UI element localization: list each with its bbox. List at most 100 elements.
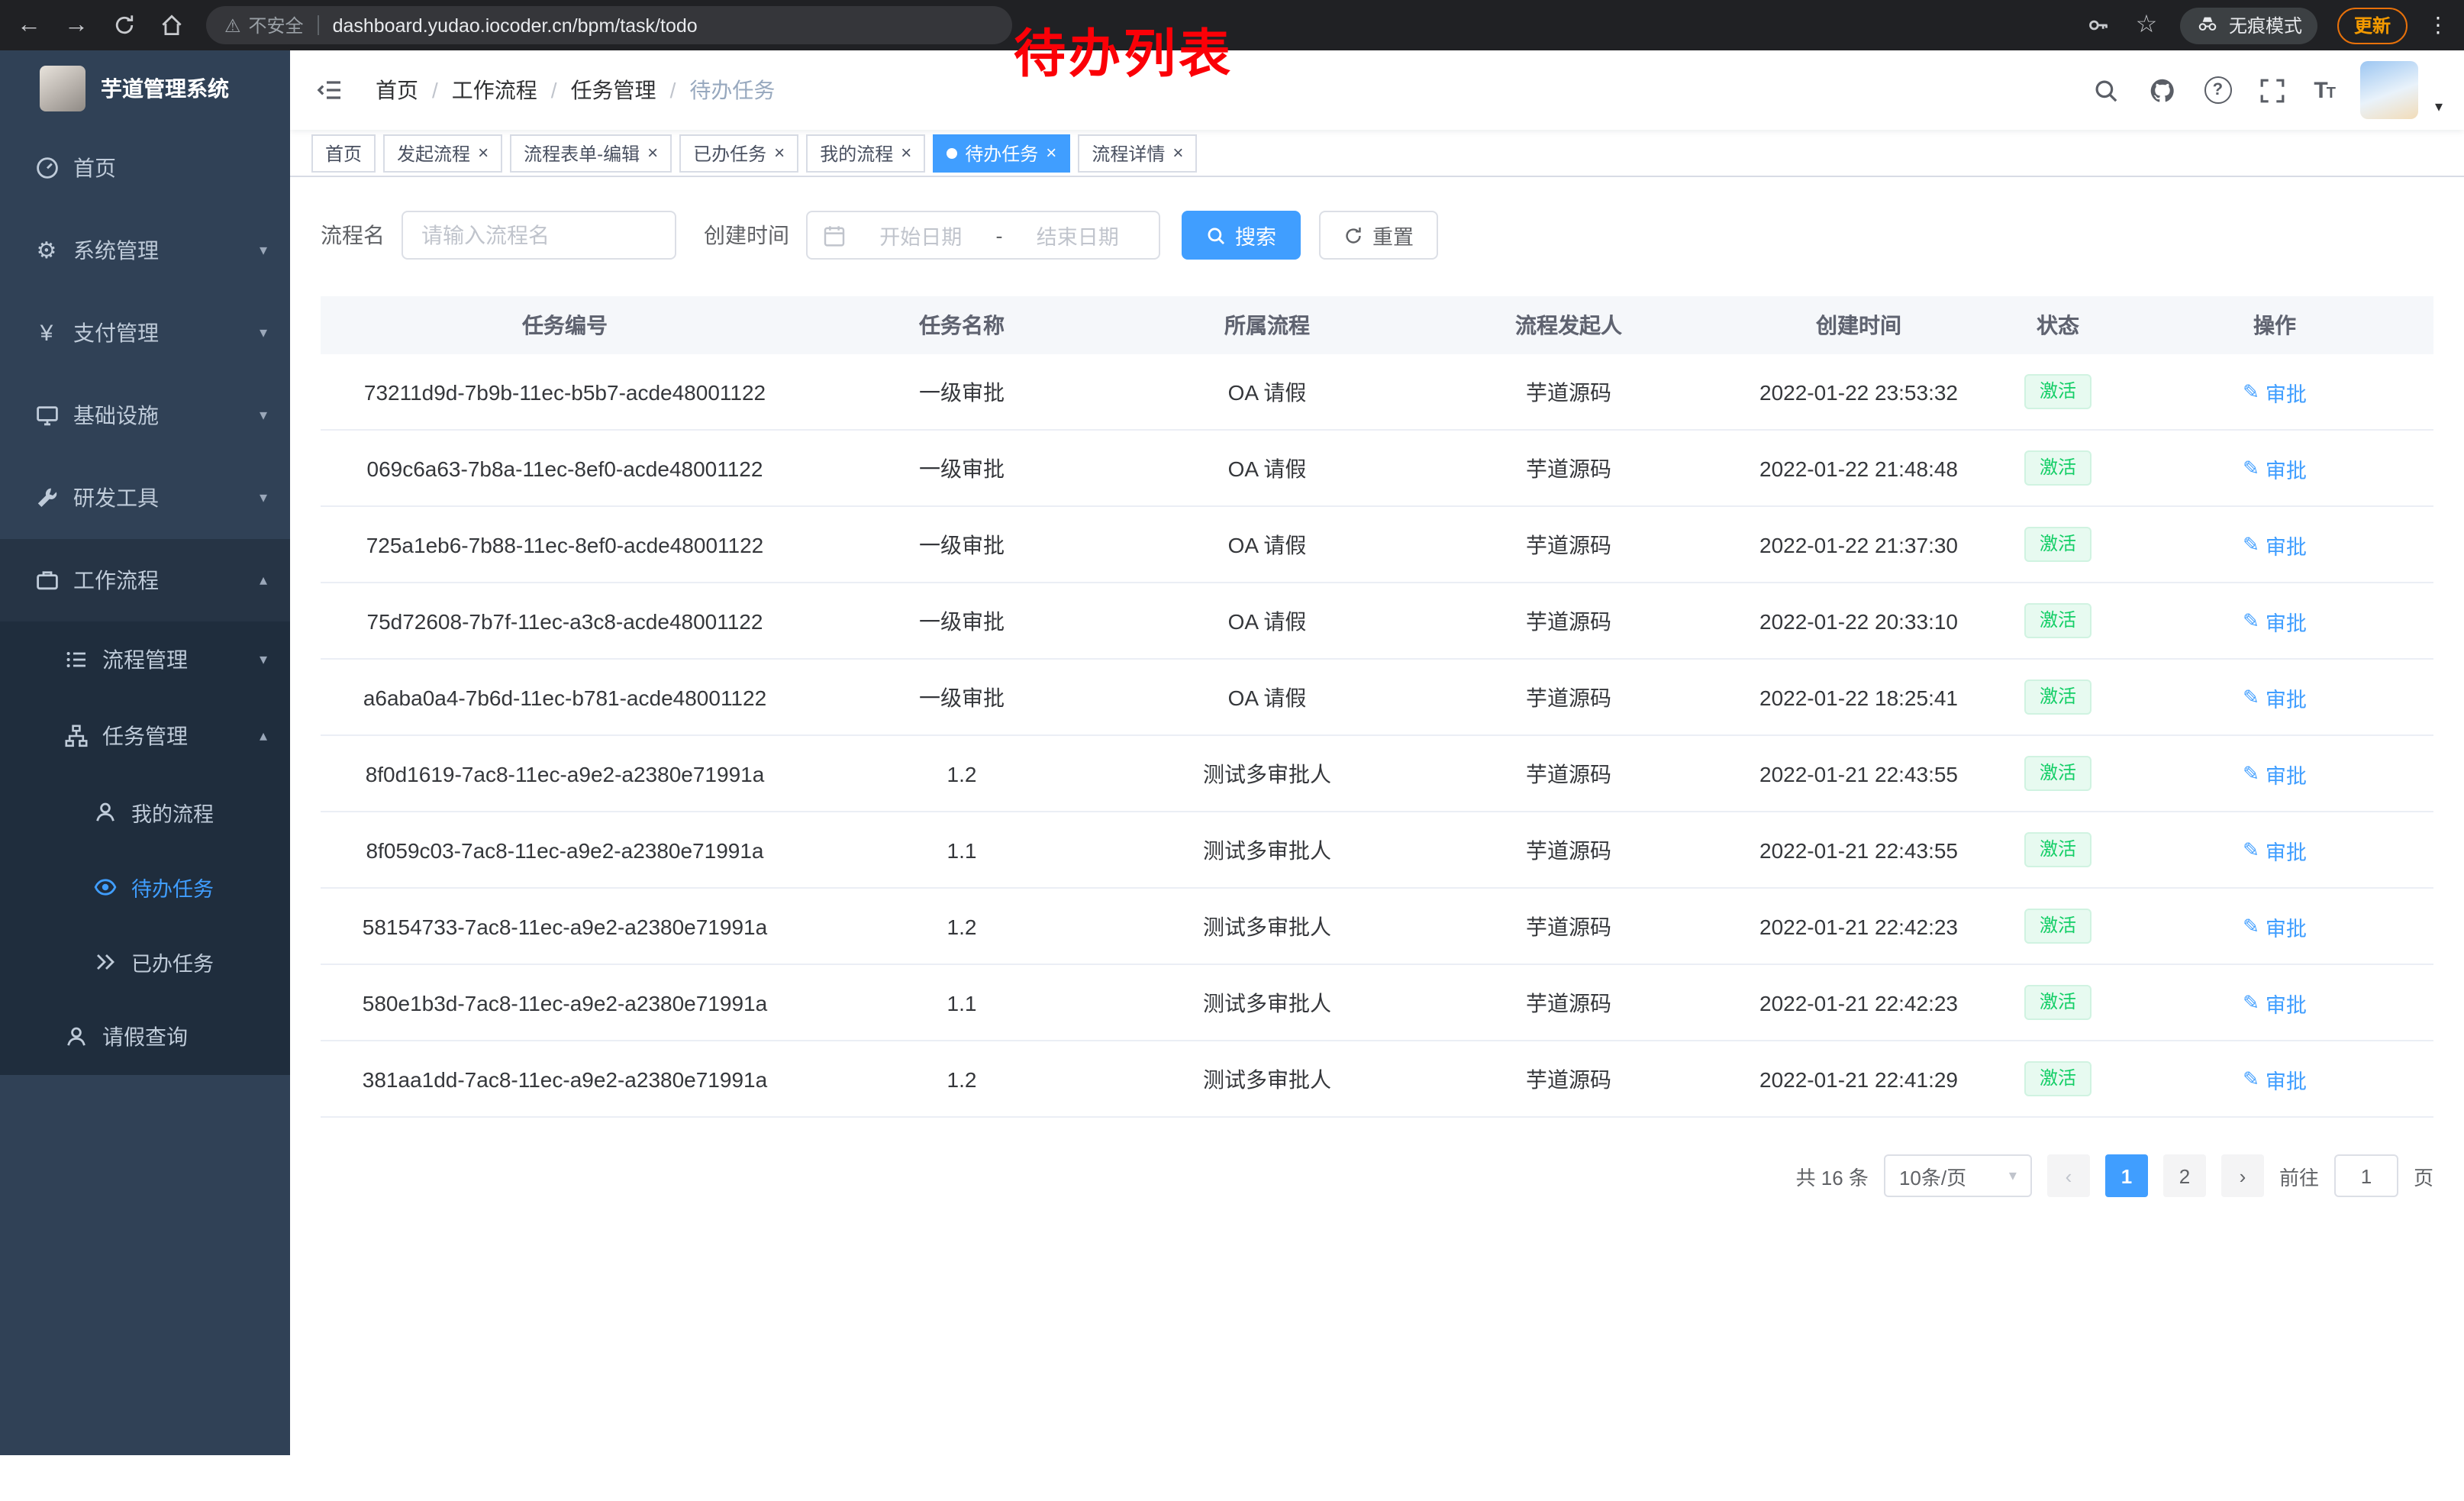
close-icon[interactable]: × [774,144,785,162]
search-icon[interactable] [2091,75,2121,105]
page-button-1[interactable]: 1 [2105,1154,2148,1197]
sidebar-item-infra[interactable]: 基础设施 ▾ [0,374,290,457]
approve-link[interactable]: ✎审批 [2243,987,2307,1018]
goto-label: 前往 [2279,1161,2319,1190]
close-icon[interactable]: × [1172,144,1183,162]
chevron-up-icon: ▴ [260,728,267,744]
avatar-caret-icon[interactable]: ▾ [2435,99,2443,116]
sidebar-item-task-mgmt[interactable]: 任务管理 ▴ [0,698,290,774]
sidebar-item-home[interactable]: 首页 [0,127,290,209]
app-logo[interactable]: 芋道管理系统 [0,50,290,127]
status-badge: 激活 [2024,756,2091,791]
cell-created: 2022-01-21 22:42:23 [1717,964,2000,1041]
close-icon[interactable]: × [647,144,658,162]
help-icon[interactable]: ? [2204,76,2231,104]
edit-icon: ✎ [2243,838,2259,862]
process-name-input[interactable] [402,211,676,260]
page-button-2[interactable]: 2 [2163,1154,2206,1197]
table-row: 580e1b3d-7ac8-11ec-a9e2-a2380e71991a 1.1… [321,964,2433,1041]
approve-label: 审批 [2266,1064,2307,1094]
fullscreen-icon[interactable] [2257,75,2288,105]
search-button[interactable]: 搜索 [1182,211,1301,260]
approve-link[interactable]: ✎审批 [2243,376,2307,407]
sidebar-item-workflow[interactable]: 工作流程 ▴ [0,539,290,621]
sidebar-item-leave-query[interactable]: 请假查询 [0,999,290,1075]
status-badge: 激活 [2024,527,2091,562]
breadcrumb-item[interactable]: 首页 [376,75,418,105]
briefcase-icon [34,567,60,593]
sidebar-item-label: 请假查询 [102,1022,188,1052]
breadcrumb-item[interactable]: 任务管理 [571,75,656,105]
back-icon[interactable]: ← [15,11,43,39]
status-badge: 激活 [2024,985,2091,1020]
address-bar[interactable]: ⚠ 不安全 dashboard.yudao.iocoder.cn/bpm/tas… [206,6,1012,44]
font-size-icon[interactable]: TT [2314,77,2334,103]
tab-todo-tasks[interactable]: 待办任务 × [933,134,1070,172]
sidebar-item-todo-tasks[interactable]: 待办任务 [0,849,290,924]
close-icon[interactable]: × [901,144,911,162]
approve-link[interactable]: ✎审批 [2243,453,2307,483]
approve-link[interactable]: ✎审批 [2243,529,2307,560]
sidebar-item-done-tasks[interactable]: 已办任务 [0,924,290,999]
sidebar-item-process-mgmt[interactable]: 流程管理 ▾ [0,621,290,698]
collapse-sidebar-icon[interactable] [314,75,345,105]
sidebar-item-devtools[interactable]: 研发工具 ▾ [0,457,290,539]
chevron-down-icon: ▾ [260,242,267,259]
approve-link[interactable]: ✎审批 [2243,834,2307,865]
cell-task-id: 8f0d1619-7ac8-11ec-a9e2-a2380e71991a [321,735,809,812]
annotation-text: 待办列表 [1014,12,1234,87]
approve-link[interactable]: ✎审批 [2243,1064,2307,1094]
date-range-picker[interactable]: 开始日期 - 结束日期 [806,211,1160,260]
sidebar-item-my-process[interactable]: 我的流程 [0,774,290,849]
page-size-select[interactable]: 10条/页 ▾ [1884,1154,2032,1197]
avatar[interactable] [2360,61,2418,119]
approve-label: 审批 [2266,758,2307,789]
task-table: 任务编号 任务名称 所属流程 流程发起人 创建时间 状态 操作 73211d9d… [321,296,2433,1118]
approve-link[interactable]: ✎审批 [2243,605,2307,636]
approve-link[interactable]: ✎审批 [2243,911,2307,941]
tab-process-detail[interactable]: 流程详情 × [1078,134,1197,172]
next-page-button[interactable]: › [2221,1154,2264,1197]
cell-task-id: 73211d9d-7b9b-11ec-b5b7-acde48001122 [321,354,809,430]
table-row: 381aa1dd-7ac8-11ec-a9e2-a2380e71991a 1.2… [321,1041,2433,1117]
refresh-icon[interactable] [110,11,137,39]
security-label[interactable]: 不安全 [249,12,304,38]
tab-form-edit[interactable]: 流程表单-编辑 × [510,134,672,172]
star-icon[interactable]: ☆ [2133,11,2160,39]
approve-link[interactable]: ✎审批 [2243,682,2307,712]
key-icon[interactable] [2085,11,2113,39]
tab-label: 待办任务 [965,140,1038,166]
close-icon[interactable]: × [1046,144,1056,162]
browser-actions: ☆ 无痕模式 更新 ⋮ [2085,7,2449,44]
tab-home[interactable]: 首页 [311,134,376,172]
start-date-placeholder[interactable]: 开始日期 [855,220,987,250]
browser-menu-icon[interactable]: ⋮ [2427,12,2449,38]
reset-button[interactable]: 重置 [1319,211,1438,260]
breadcrumb-item[interactable]: 工作流程 [452,75,537,105]
yen-icon: ¥ [34,320,60,346]
cell-task-name: 一级审批 [809,659,1114,735]
edit-icon: ✎ [2243,532,2259,557]
forward-icon[interactable]: → [63,11,90,39]
approve-link[interactable]: ✎审批 [2243,758,2307,789]
sidebar-item-payment[interactable]: ¥ 支付管理 ▾ [0,292,290,374]
tab-start-process[interactable]: 发起流程 × [383,134,502,172]
logo-avatar [40,66,85,111]
update-button[interactable]: 更新 [2337,7,2408,44]
github-icon[interactable] [2147,75,2178,105]
close-icon[interactable]: × [478,144,489,162]
cell-task-id: 8f059c03-7ac8-11ec-a9e2-a2380e71991a [321,812,809,888]
tab-done-tasks[interactable]: 已办任务 × [679,134,798,172]
end-date-placeholder[interactable]: 结束日期 [1012,220,1144,250]
home-icon[interactable] [157,11,185,39]
url-text[interactable]: dashboard.yudao.iocoder.cn/bpm/task/todo [333,15,698,36]
active-dot [947,147,957,158]
incognito-icon [2195,15,2220,36]
prev-page-button[interactable]: ‹ [2047,1154,2090,1197]
filter-form: 流程名 创建时间 开始日期 - 结束日期 搜索 [321,211,2433,260]
approve-label: 审批 [2266,376,2307,407]
person-icon [63,1024,89,1050]
goto-page-input[interactable] [2334,1154,2398,1197]
sidebar-item-system[interactable]: ⚙ 系统管理 ▾ [0,209,290,292]
tab-my-process[interactable]: 我的流程 × [806,134,925,172]
